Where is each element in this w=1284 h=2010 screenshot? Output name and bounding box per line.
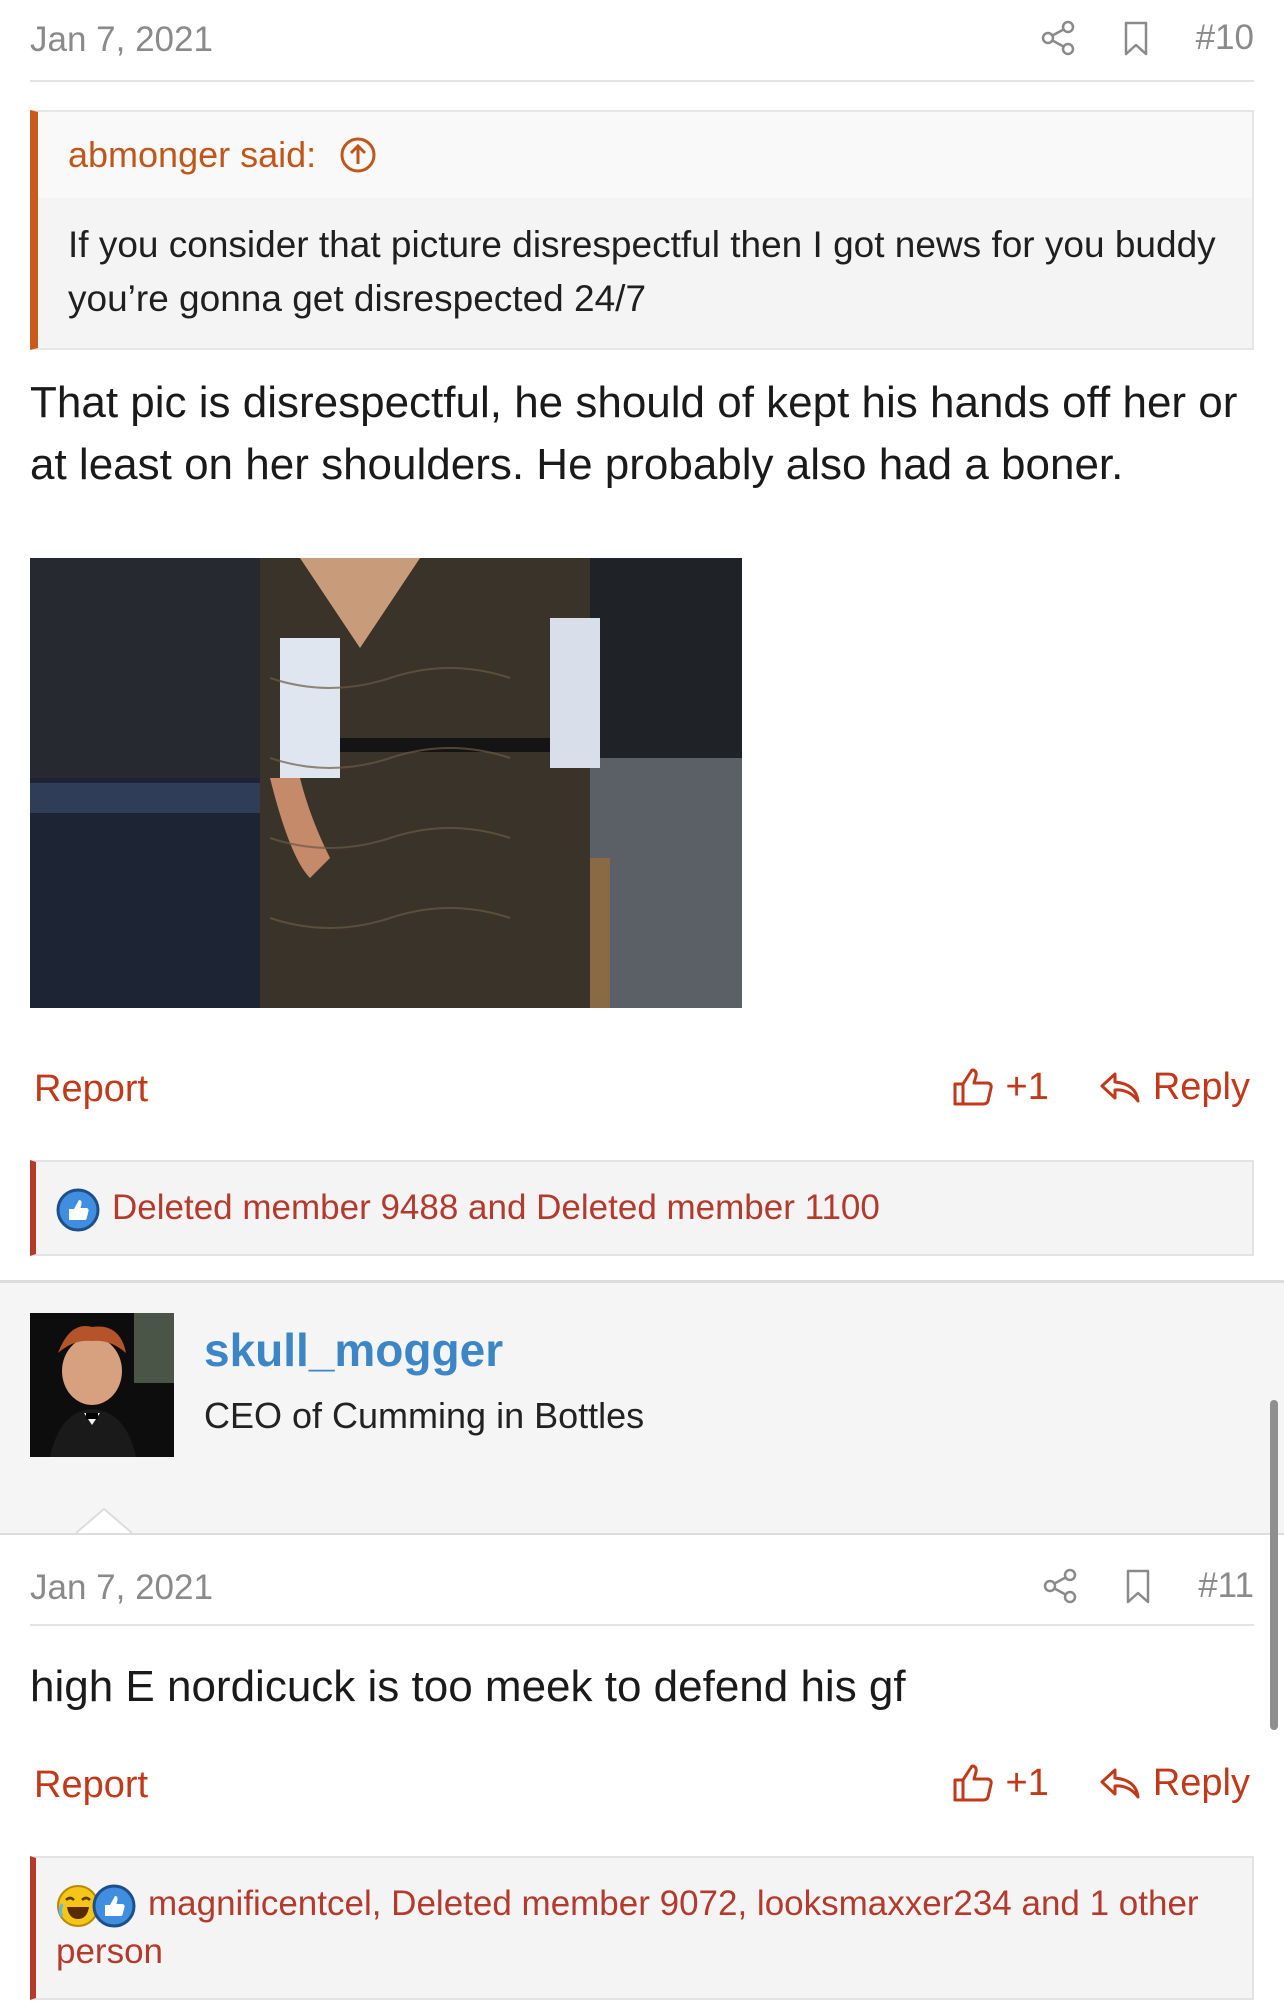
reactions-text[interactable]: Deleted member 9488 and Deleted member 1… [112,1188,880,1227]
like-reaction-icon [56,1188,100,1232]
report-link[interactable]: Report [34,1068,148,1111]
speech-pointer [76,1508,132,1534]
post-date[interactable]: Jan 7, 2021 [30,20,213,60]
report-link[interactable]: Report [34,1764,148,1807]
photo-illustration [30,558,742,1008]
share-icon[interactable] [1038,18,1078,58]
reactions-bar[interactable]: magnificentcel, Deleted member 9072, loo… [30,1856,1254,2000]
reply-button[interactable]: Reply [1153,1762,1250,1805]
bookmark-icon[interactable] [1118,1566,1158,1606]
reply-arrow-icon[interactable] [1097,1760,1143,1806]
post-date[interactable]: Jan 7, 2021 [30,1568,213,1608]
thumbs-up-icon[interactable] [950,1064,996,1110]
like-reaction-icon [92,1884,136,1928]
quote-author[interactable]: abmonger said: [68,134,316,176]
post-number[interactable]: #11 [1198,1566,1254,1606]
user-info-block: skull_mogger CEO of Cumming in Bottles [0,1280,1284,1535]
like-count: +1 [1005,1065,1049,1108]
scrollbar[interactable] [1270,1400,1278,1730]
post-number[interactable]: #10 [1196,18,1254,58]
reactions-bar[interactable]: Deleted member 9488 and Deleted member 1… [30,1160,1254,1256]
reply-arrow-icon[interactable] [1097,1064,1143,1110]
like-count: +1 [1005,1761,1049,1804]
bookmark-icon[interactable] [1116,18,1156,58]
avatar[interactable] [30,1313,174,1457]
quote-header[interactable]: abmonger said: [38,112,1252,198]
reply-button[interactable]: Reply [1153,1066,1250,1109]
reactions-text[interactable]: magnificentcel, Deleted member 9072, loo… [56,1884,1199,1971]
post-body-text: high E nordicuck is too meek to defend h… [30,1662,906,1711]
post-actions: Report +1 Reply [30,1760,1254,1820]
user-title: CEO of Cumming in Bottles [204,1395,645,1436]
avatar-image [30,1313,174,1457]
quote-block: abmonger said: If you consider that pict… [30,110,1254,350]
share-icon[interactable] [1040,1566,1080,1606]
post-10-header: Jan 7, 2021 #10 [30,0,1254,82]
username[interactable]: skull_mogger [204,1323,503,1377]
post-actions: Report +1 Reply [30,1064,1254,1124]
post-body-text: That pic is disrespectful, he should of … [30,378,1238,489]
quote-text: If you consider that picture disrespectf… [68,224,1216,319]
post-11-header: Jan 7, 2021 #11 [30,1548,1254,1626]
thumbs-up-icon[interactable] [950,1760,996,1806]
post-image[interactable] [30,558,742,1008]
arrow-up-circle-icon[interactable] [338,135,378,175]
